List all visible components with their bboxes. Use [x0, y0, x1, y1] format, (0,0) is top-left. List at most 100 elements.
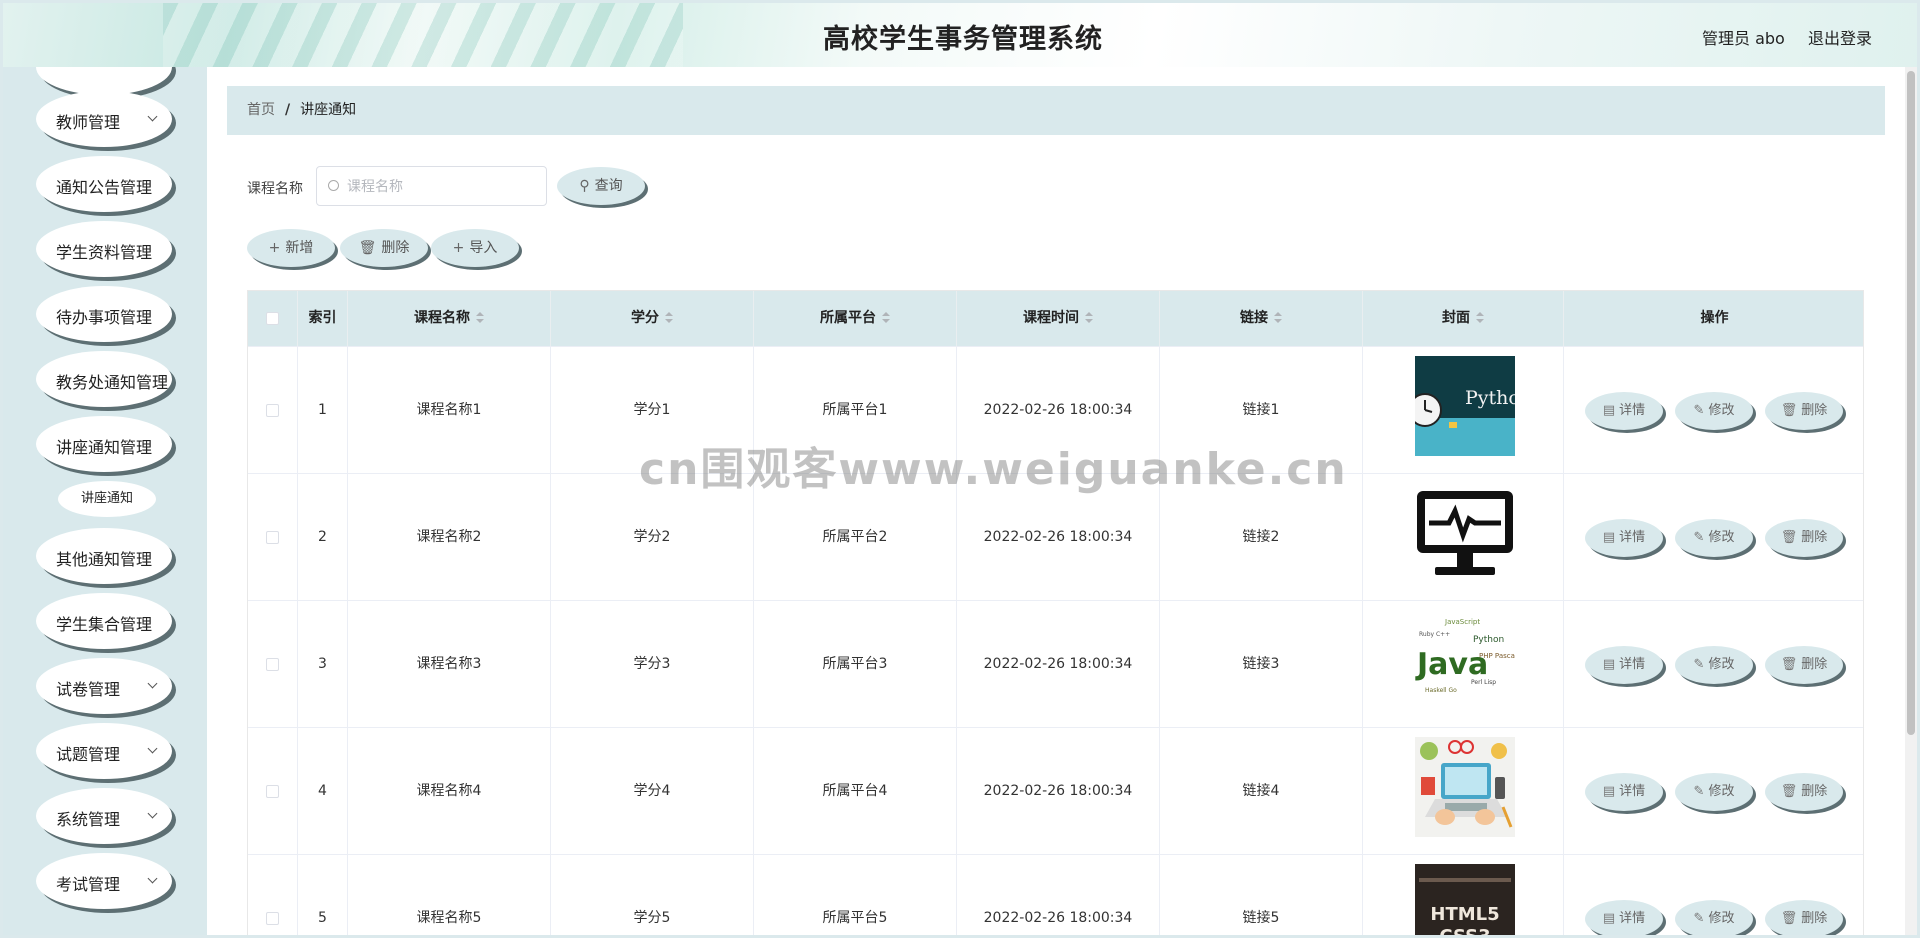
sidebar-item-question[interactable]: 试题管理 — [36, 723, 172, 779]
cell-index: 5 — [298, 855, 348, 935]
row-checkbox[interactable] — [266, 912, 279, 925]
cell-credit: 学分4 — [551, 728, 754, 855]
sidebar-item-student-info[interactable]: 学生资料管理 — [36, 221, 172, 277]
header-actions: 操作 — [1700, 310, 1729, 326]
sort-icon[interactable] — [665, 312, 673, 324]
cell-course-time: 2022-02-26 18:00:34 — [957, 855, 1160, 935]
sidebar-item-lecture-notice[interactable]: 讲座通知管理 — [36, 416, 172, 472]
cover-text-java: Java — [1415, 647, 1488, 682]
edit-button[interactable]: ✎ 修改 — [1675, 519, 1753, 557]
delete-button[interactable]: 🗑 删除 — [1765, 900, 1843, 935]
header-link[interactable]: 链接 — [1160, 291, 1363, 346]
row-checkbox[interactable] — [266, 531, 279, 544]
select-all-checkbox[interactable] — [266, 312, 279, 325]
logout-link[interactable]: 退出登录 — [1808, 25, 1872, 49]
detail-button[interactable]: ▤ 详情 — [1585, 646, 1663, 684]
sort-icon[interactable] — [476, 312, 484, 324]
detail-button[interactable]: ▤ 详情 — [1585, 773, 1663, 811]
sort-icon[interactable] — [1274, 312, 1282, 324]
edit-button[interactable]: ✎ 修改 — [1675, 773, 1753, 811]
sidebar-item-paper[interactable]: 试卷管理 — [36, 658, 172, 714]
java-cover-image: JavaScriptPythonRuby C++PHP PascalJavaPe… — [1415, 610, 1515, 710]
detail-button[interactable]: ▤ 详情 — [1585, 900, 1663, 935]
detail-button-label: 详情 — [1619, 530, 1646, 545]
search-field[interactable] — [316, 166, 547, 206]
add-button[interactable]: + 新增 — [247, 229, 335, 267]
sort-icon[interactable] — [882, 312, 890, 324]
delete-button[interactable]: 🗑 删除 — [1765, 392, 1843, 430]
edit-button[interactable]: ✎ 修改 — [1675, 392, 1753, 430]
add-button-label: 新增 — [285, 240, 314, 256]
row-checkbox[interactable] — [266, 658, 279, 671]
edit-icon: ✎ — [1693, 530, 1705, 545]
row-select-cell — [248, 728, 298, 855]
header-link-label: 链接 — [1240, 310, 1268, 326]
sidebar-item-academic-notice[interactable]: 教务处通知管理 — [36, 351, 172, 407]
row-select-cell — [248, 347, 298, 474]
sidebar-item-label: 其他通知管理 — [56, 550, 153, 569]
sidebar-item-teacher[interactable]: 教师管理 — [36, 91, 172, 147]
document-icon: ▤ — [1602, 403, 1616, 418]
cell-course-time: 2022-02-26 18:00:34 — [957, 728, 1160, 855]
delete-button[interactable]: 🗑 删除 — [1765, 773, 1843, 811]
header-credit-label: 学分 — [631, 310, 659, 326]
search-icon — [328, 180, 339, 191]
sidebar-subitem-lecture[interactable]: 讲座通知 — [58, 481, 156, 517]
header-platform[interactable]: 所属平台 — [754, 291, 957, 346]
cell-course-name: 课程名称5 — [348, 855, 551, 935]
edit-button[interactable]: ✎ 修改 — [1675, 900, 1753, 935]
header-course-time[interactable]: 课程时间 — [957, 291, 1160, 346]
laptop-cover-image — [1415, 737, 1515, 837]
edit-icon: ✎ — [1693, 784, 1705, 799]
top-header: 高校学生事务管理系统 管理员 abo 退出登录 — [3, 3, 1917, 67]
query-button[interactable]: ⚲ 查询 — [557, 167, 645, 205]
edit-icon: ✎ — [1693, 911, 1705, 926]
delete-button[interactable]: 🗑 删除 — [1765, 519, 1843, 557]
table-row: 4 课程名称4 学分4 所属平台4 2022-02-26 18:00:34 链接4 ▤ 详情 ✎… — [248, 727, 1863, 855]
detail-button-label: 详情 — [1619, 657, 1646, 672]
cell-link: 链接5 — [1160, 855, 1363, 935]
breadcrumb: 首页 / 讲座通知 — [227, 86, 1885, 135]
import-button-label: 导入 — [469, 240, 498, 256]
sidebar-item-notice[interactable]: 通知公告管理 — [36, 156, 172, 212]
svg-text:Python: Python — [1473, 635, 1504, 645]
import-button[interactable]: + 导入 — [431, 229, 519, 267]
sidebar-item-system[interactable]: 系统管理 — [36, 788, 172, 844]
cell-platform: 所属平台3 — [754, 601, 957, 728]
header-credit[interactable]: 学分 — [551, 291, 754, 346]
delete-button-label: 删除 — [1801, 403, 1828, 418]
trash-icon: 🗑 — [1780, 784, 1798, 799]
cell-course-name: 课程名称1 — [348, 347, 551, 474]
sidebar-item-student-group[interactable]: 学生集合管理 — [36, 593, 172, 649]
cell-index: 4 — [298, 728, 348, 855]
detail-button[interactable]: ▤ 详情 — [1585, 392, 1663, 430]
breadcrumb-home[interactable]: 首页 — [247, 102, 275, 118]
header-course-name[interactable]: 课程名称 — [348, 291, 551, 346]
chevron-down-icon — [147, 808, 158, 819]
detail-button[interactable]: ▤ 详情 — [1585, 519, 1663, 557]
sidebar-item-label: 学生集合管理 — [56, 615, 153, 634]
delete-button[interactable]: 🗑 删除 — [1765, 646, 1843, 684]
cell-course-name: 课程名称4 — [348, 728, 551, 855]
scrollbar-thumb[interactable] — [1907, 71, 1915, 735]
table-header: 索引 课程名称 学分 所属平台 课程时间 链接 封面 操作 — [248, 291, 1863, 346]
header-index: 索引 — [298, 291, 348, 346]
header-cover[interactable]: 封面 — [1363, 291, 1564, 346]
cover-image — [1415, 737, 1515, 837]
trash-icon: 🗑 — [358, 240, 377, 256]
delete-button-label: 删除 — [1801, 657, 1828, 672]
row-checkbox[interactable] — [266, 785, 279, 798]
sidebar-item-todo[interactable]: 待办事项管理 — [36, 286, 172, 342]
edit-button[interactable]: ✎ 修改 — [1675, 646, 1753, 684]
cover-text-python: Python — [1465, 387, 1515, 409]
sort-icon[interactable] — [1085, 312, 1093, 324]
cell-platform: 所属平台5 — [754, 855, 957, 935]
batch-delete-button[interactable]: 🗑 删除 — [340, 229, 428, 267]
search-icon: ⚲ — [579, 178, 590, 194]
sort-icon[interactable] — [1476, 312, 1484, 324]
page-scrollbar[interactable] — [1905, 67, 1917, 935]
sidebar-item-other-notice[interactable]: 其他通知管理 — [36, 528, 172, 584]
search-input[interactable] — [347, 175, 537, 199]
sidebar-item-exam[interactable]: 考试管理 — [36, 853, 172, 909]
row-checkbox[interactable] — [266, 404, 279, 417]
